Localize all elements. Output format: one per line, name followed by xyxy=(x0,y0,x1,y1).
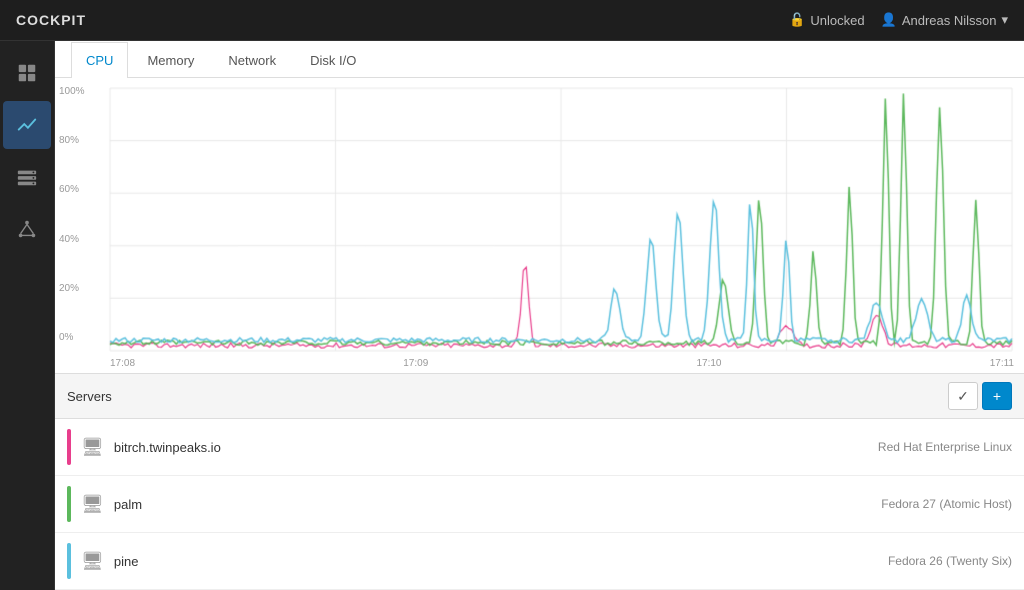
y-label-80: 80% xyxy=(59,135,85,146)
x-axis-labels: 17:08 17:09 17:10 17:11 xyxy=(110,358,1014,369)
sidebar-item-dashboard[interactable] xyxy=(3,49,51,97)
tab-disk[interactable]: Disk I/O xyxy=(295,42,371,78)
user-menu[interactable]: 👤 Andreas Nilsson ▾ xyxy=(881,12,1008,28)
unlock-label: Unlocked xyxy=(810,13,864,28)
app-title: COCKPIT xyxy=(16,12,86,28)
sidebar xyxy=(0,41,55,590)
server-icon-bitrch: 🖥 xyxy=(81,437,104,458)
cpu-chart xyxy=(55,78,1024,373)
servers-header: Servers ✓ + xyxy=(55,374,1024,419)
server-icon-pine: 🖥 xyxy=(81,551,104,572)
server-color-bitrch xyxy=(67,429,71,465)
server-row-pine[interactable]: 🖥 pine Fedora 26 (Twenty Six) xyxy=(55,533,1024,590)
lock-icon: 🔓 xyxy=(789,12,805,28)
topbar: COCKPIT 🔓 Unlocked 👤 Andreas Nilsson ▾ xyxy=(0,0,1024,41)
dropdown-arrow: ▾ xyxy=(1001,12,1008,28)
check-button[interactable]: ✓ xyxy=(948,382,978,410)
y-label-100: 100% xyxy=(59,86,85,97)
header-actions: ✓ + xyxy=(948,382,1012,410)
user-label: Andreas Nilsson xyxy=(902,13,997,28)
server-name-palm: palm xyxy=(114,497,881,512)
tabs-bar: CPU Memory Network Disk I/O xyxy=(55,41,1024,78)
x-label-1708: 17:08 xyxy=(110,358,135,369)
y-label-40: 40% xyxy=(59,234,85,245)
server-color-palm xyxy=(67,486,71,522)
y-label-20: 20% xyxy=(59,283,85,294)
unlock-status[interactable]: 🔓 Unlocked xyxy=(789,12,864,28)
servers-panel: Servers ✓ + 🖥 bitrch.twinpeaks.io Red Ha… xyxy=(55,374,1024,590)
server-icon-palm: 🖥 xyxy=(81,494,104,515)
layout: CPU Memory Network Disk I/O 100% 80% 60%… xyxy=(0,41,1024,590)
server-row-palm[interactable]: 🖥 palm Fedora 27 (Atomic Host) xyxy=(55,476,1024,533)
server-name-pine: pine xyxy=(114,554,888,569)
tab-network[interactable]: Network xyxy=(213,42,291,78)
x-label-1709: 17:09 xyxy=(403,358,428,369)
y-label-60: 60% xyxy=(59,184,85,195)
sidebar-item-performance[interactable] xyxy=(3,101,51,149)
tab-cpu[interactable]: CPU xyxy=(71,42,128,78)
server-os-palm: Fedora 27 (Atomic Host) xyxy=(881,497,1012,511)
top-right-actions: 🔓 Unlocked 👤 Andreas Nilsson ▾ xyxy=(789,12,1008,28)
sidebar-item-network[interactable] xyxy=(3,205,51,253)
server-os-pine: Fedora 26 (Twenty Six) xyxy=(888,554,1012,568)
user-icon: 👤 xyxy=(881,12,897,28)
sidebar-item-storage[interactable] xyxy=(3,153,51,201)
tab-memory[interactable]: Memory xyxy=(132,42,209,78)
chart-area: 100% 80% 60% 40% 20% 0% 17:08 17:09 17:1… xyxy=(55,78,1024,374)
server-os-bitrch: Red Hat Enterprise Linux xyxy=(878,440,1012,454)
y-label-0: 0% xyxy=(59,332,85,343)
servers-label: Servers xyxy=(67,389,112,404)
y-axis-labels: 100% 80% 60% 40% 20% 0% xyxy=(59,86,85,343)
add-server-button[interactable]: + xyxy=(982,382,1012,410)
main-content: CPU Memory Network Disk I/O 100% 80% 60%… xyxy=(55,41,1024,590)
x-label-1710: 17:10 xyxy=(696,358,721,369)
server-name-bitrch: bitrch.twinpeaks.io xyxy=(114,440,878,455)
server-color-pine xyxy=(67,543,71,579)
server-row-bitrch[interactable]: 🖥 bitrch.twinpeaks.io Red Hat Enterprise… xyxy=(55,419,1024,476)
x-label-1711: 17:11 xyxy=(990,358,1014,369)
